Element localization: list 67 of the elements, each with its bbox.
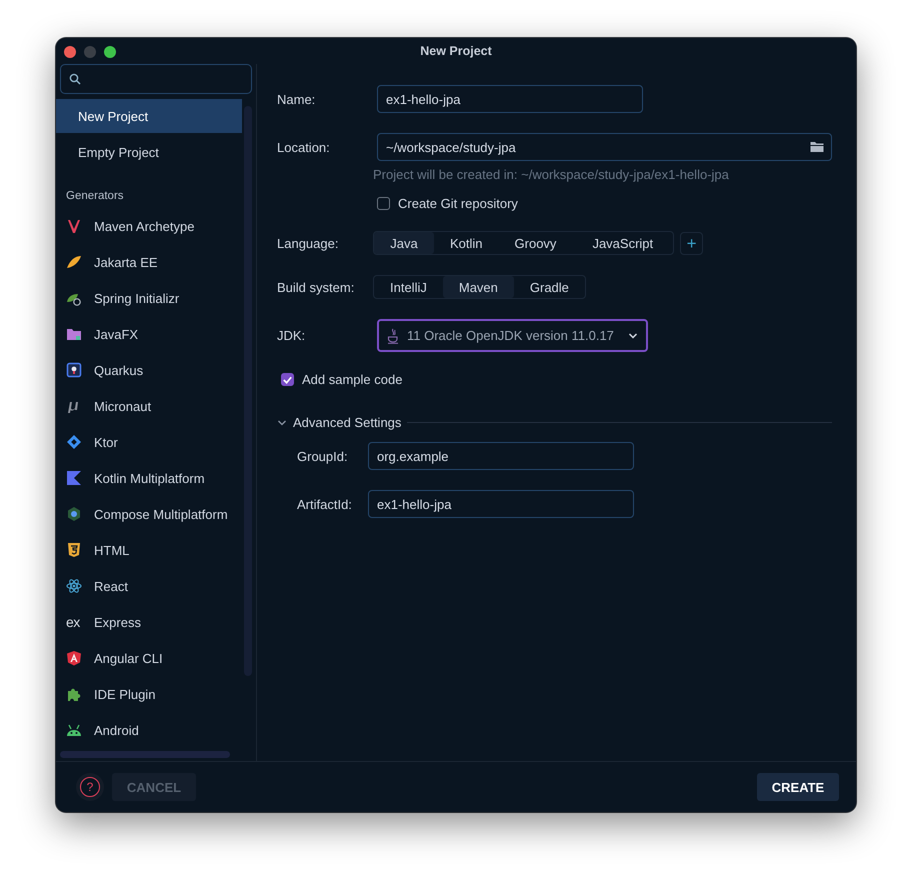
generator-item[interactable]: IDE Plugin bbox=[56, 676, 242, 712]
k-logo-icon bbox=[66, 470, 82, 486]
section-toggle[interactable]: Advanced Settings bbox=[277, 415, 402, 430]
segment-option[interactable]: JavaScript bbox=[572, 232, 674, 254]
generator-item[interactable]: React bbox=[56, 568, 242, 604]
generator-item[interactable]: ex Express bbox=[56, 604, 242, 640]
name-field[interactable]: ex1-hello-jpa bbox=[377, 85, 643, 113]
hexagon-icon bbox=[66, 506, 82, 522]
search-icon bbox=[69, 73, 81, 85]
segment-option[interactable]: Maven bbox=[442, 276, 514, 298]
square-logo-icon bbox=[66, 362, 82, 378]
chevron-down-icon bbox=[277, 418, 287, 426]
generator-item[interactable]: Compose Multiplatform bbox=[56, 496, 242, 532]
text-field[interactable]: org.example bbox=[368, 442, 634, 470]
sidebar-item[interactable]: Empty Project bbox=[56, 135, 242, 169]
create-button[interactable]: CREATE bbox=[757, 773, 839, 801]
checkbox[interactable] bbox=[377, 197, 390, 210]
generator-item[interactable]: Ktor bbox=[56, 424, 242, 460]
segment-option[interactable]: Gradle bbox=[514, 276, 585, 298]
zoom-button[interactable] bbox=[104, 46, 116, 58]
android-icon bbox=[66, 722, 82, 738]
scrollbar[interactable] bbox=[60, 751, 230, 758]
generator-item[interactable]: Jakarta EE bbox=[56, 244, 242, 280]
field-label: Language: bbox=[277, 236, 340, 250]
location-hint: Project will be created in: ~/workspace/study-jpa/ex1-hello-jpa bbox=[373, 167, 730, 182]
checkbox-label: Create Git repository bbox=[398, 196, 518, 211]
generator-item[interactable]: Quarkus bbox=[56, 352, 242, 388]
field-label: JDK: bbox=[277, 328, 306, 343]
field-label: ArtifactId: bbox=[297, 496, 353, 512]
jdk-dropdown[interactable]: 11 Oracle OpenJDK version 11.0.17 bbox=[377, 319, 648, 352]
puzzle-icon bbox=[66, 686, 82, 702]
segment-option[interactable]: IntelliJ bbox=[374, 276, 443, 298]
section-heading: Generators bbox=[65, 189, 125, 204]
atom-icon bbox=[66, 578, 82, 594]
folder-icon bbox=[66, 326, 82, 342]
field-label: Location: bbox=[277, 140, 331, 154]
shield-icon bbox=[66, 650, 82, 666]
text-field[interactable]: ex1-hello-jpa bbox=[368, 490, 634, 518]
generator-item[interactable]: Android bbox=[56, 712, 242, 748]
add-button[interactable]: + bbox=[680, 232, 704, 254]
v-logo-icon bbox=[66, 218, 82, 234]
window-title: New Project bbox=[420, 44, 492, 58]
segment-option[interactable]: Java bbox=[374, 232, 434, 254]
generator-item[interactable]: Maven Archetype bbox=[56, 208, 242, 244]
shield-icon bbox=[66, 542, 82, 558]
checkbox-label: Add sample code bbox=[302, 372, 402, 387]
logo-text: ex bbox=[66, 614, 81, 630]
generator-item[interactable]: Kotlin Multiplatform bbox=[56, 460, 242, 496]
generator-item[interactable]: Angular CLI bbox=[56, 640, 242, 676]
leaf-icon bbox=[66, 254, 82, 270]
sidebar-item[interactable]: New Project bbox=[56, 99, 242, 133]
generator-item[interactable]: Micronaut bbox=[56, 388, 242, 424]
coffee-cup-icon bbox=[387, 328, 399, 344]
field-label: GroupId: bbox=[297, 448, 349, 464]
close-button[interactable] bbox=[64, 46, 76, 58]
segment-option[interactable]: Kotlin bbox=[434, 232, 499, 254]
field-label: Name: bbox=[277, 92, 316, 106]
generator-item[interactable]: JavaFX bbox=[56, 316, 242, 352]
segment-option[interactable]: Groovy bbox=[498, 232, 572, 254]
chevron-down-icon bbox=[628, 332, 638, 340]
field-label: Build system: bbox=[277, 280, 356, 294]
generator-item[interactable]: HTML bbox=[56, 532, 242, 568]
diamond-icon bbox=[66, 434, 82, 450]
search-field[interactable] bbox=[60, 64, 252, 94]
location-field[interactable]: ~/workspace/study-jpa bbox=[377, 133, 832, 161]
generator-item[interactable]: Spring Initializr bbox=[56, 280, 242, 316]
checkbox[interactable] bbox=[281, 373, 294, 386]
